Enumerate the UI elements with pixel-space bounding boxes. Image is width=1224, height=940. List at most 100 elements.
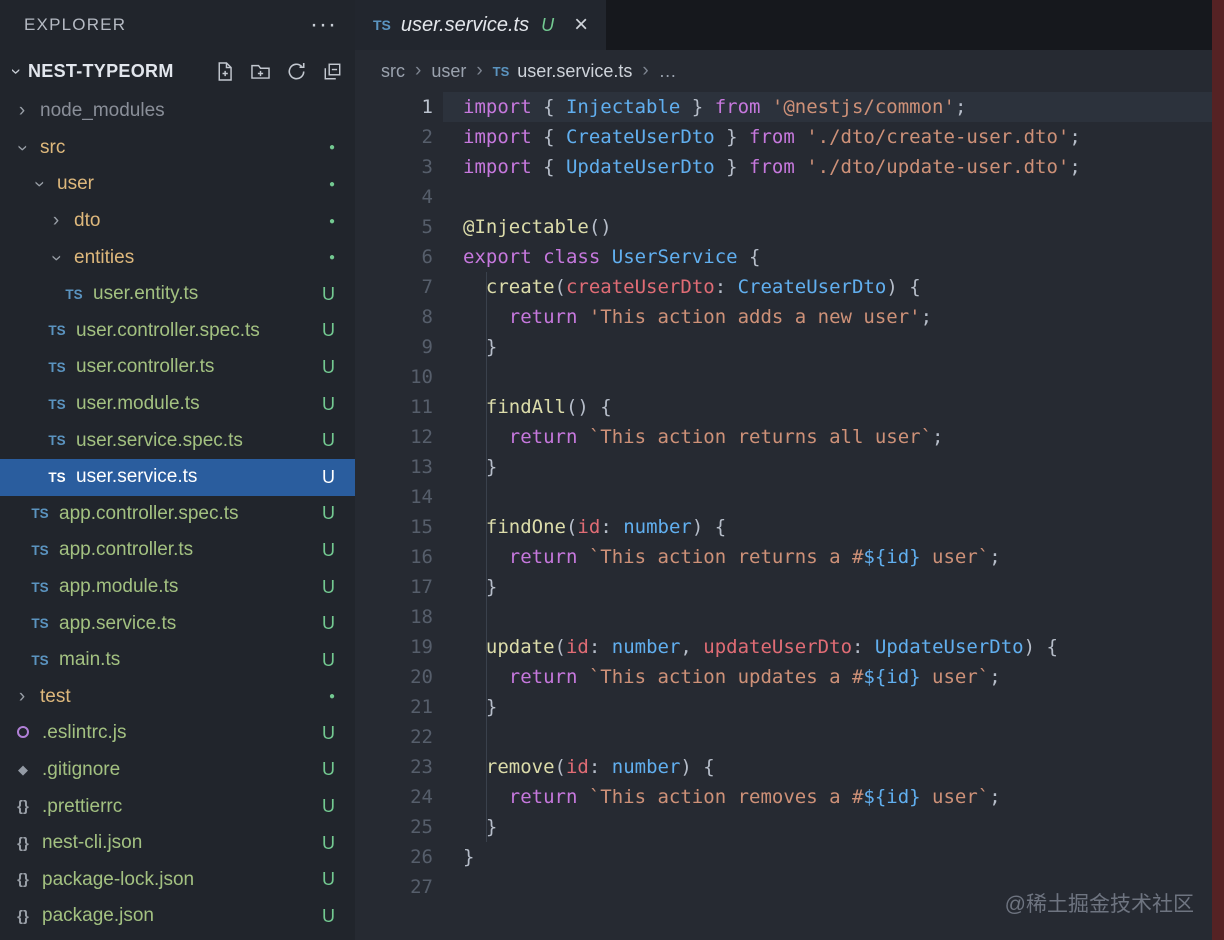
typescript-file-icon: TS	[27, 616, 53, 631]
tree-item-test[interactable]: ›test●	[0, 679, 355, 716]
more-actions-icon[interactable]: ···	[310, 20, 337, 30]
eslint-ring	[17, 726, 29, 738]
git-untracked-badge: U	[322, 467, 335, 488]
new-file-icon[interactable]	[214, 61, 235, 82]
tree-item-label: node_modules	[40, 100, 165, 122]
git-untracked-badge: U	[322, 394, 335, 415]
overview-ruler-scrollbar[interactable]	[1212, 0, 1224, 940]
typescript-file-icon: TS	[27, 653, 53, 668]
breadcrumb-separator: ›	[642, 60, 648, 82]
breadcrumb-item-src[interactable]: src	[381, 61, 405, 82]
line-number: 27	[355, 872, 433, 902]
tree-item-node_modules[interactable]: ›node_modules	[0, 93, 355, 130]
code-line-3[interactable]: 3import { UpdateUserDto } from './dto/up…	[355, 152, 1224, 182]
line-number: 16	[355, 542, 433, 572]
tree-item-user.service.ts[interactable]: TSuser.service.tsU	[0, 459, 355, 496]
typescript-file-icon: TS	[44, 397, 70, 412]
tree-item-user[interactable]: ›user●	[0, 166, 355, 203]
tree-item-main.ts[interactable]: TSmain.tsU	[0, 642, 355, 679]
tree-item-.gitignore[interactable]: ◆.gitignoreU	[0, 752, 355, 789]
chevron-down-icon: ›	[6, 61, 27, 81]
tree-item-label: user	[57, 173, 94, 195]
tree-item-user.entity.ts[interactable]: TSuser.entity.tsU	[0, 276, 355, 313]
code-line-6[interactable]: 6export class UserService {	[355, 242, 1224, 272]
tree-item-label: app.service.ts	[59, 613, 176, 635]
breadcrumb-item-user[interactable]: user	[431, 61, 466, 82]
tree-item-package.json[interactable]: {}package.jsonU	[0, 898, 355, 935]
workspace-section-header[interactable]: › NEST-TYPEORM	[0, 50, 355, 92]
tree-item-.eslintrc.js[interactable]: .eslintrc.jsU	[0, 715, 355, 752]
line-content: }	[433, 692, 497, 722]
typescript-file-icon: TS	[493, 64, 510, 79]
tab-title: user.service.ts	[401, 14, 529, 37]
tree-item-app.controller.spec.ts[interactable]: TSapp.controller.spec.tsU	[0, 496, 355, 533]
breadcrumb-item-…[interactable]: …	[659, 61, 677, 82]
line-content: }	[433, 842, 474, 872]
line-content: remove(id: number) {	[433, 752, 715, 782]
tab-user-service-ts[interactable]: TS user.service.ts U ×	[355, 0, 606, 50]
tree-item-app.service.ts[interactable]: TS app.service.ts U	[0, 605, 355, 642]
tree-item-label: user.entity.ts	[93, 283, 198, 305]
code-line-26[interactable]: 26}	[355, 842, 1224, 872]
line-number: 13	[355, 452, 433, 482]
tree-item-user.service.spec.ts[interactable]: TSuser.service.spec.tsU	[0, 422, 355, 459]
typescript-file-icon: TS	[44, 323, 70, 338]
git-untracked-badge: U	[322, 759, 335, 780]
git-untracked-badge: U	[322, 869, 335, 890]
line-content: findAll() {	[433, 392, 612, 422]
tree-item-label: package.json	[42, 905, 154, 927]
tree-item-package-lock.json[interactable]: {}package-lock.jsonU	[0, 861, 355, 898]
tree-item-nest-cli.json[interactable]: {}nest-cli.jsonU	[0, 825, 355, 862]
line-content: }	[433, 812, 497, 842]
typescript-file-icon: TS	[44, 360, 70, 375]
tree-item-label: user.controller.spec.ts	[76, 320, 260, 342]
line-content	[433, 872, 463, 902]
breadcrumb-item-user.service.ts[interactable]: user.service.ts	[517, 61, 632, 82]
line-number: 11	[355, 392, 433, 422]
line-content	[433, 722, 463, 752]
code-line-1[interactable]: 1import { Injectable } from '@nestjs/com…	[355, 92, 1224, 122]
code-line-5[interactable]: 5@Injectable()	[355, 212, 1224, 242]
git-untracked-badge: U	[322, 284, 335, 305]
tree-item-user.module.ts[interactable]: TSuser.module.tsU	[0, 386, 355, 423]
chevron-down-icon: ›	[28, 172, 50, 196]
tree-item-user.controller.spec.ts[interactable]: TSuser.controller.spec.tsU	[0, 313, 355, 350]
typescript-file-icon: TS	[27, 506, 53, 521]
tree-item-user.controller.ts[interactable]: TSuser.controller.tsU	[0, 349, 355, 386]
explorer-header: EXPLORER ···	[0, 0, 355, 50]
code-line-4[interactable]: 4	[355, 182, 1224, 212]
line-number: 8	[355, 302, 433, 332]
tree-item-app.controller.ts[interactable]: TSapp.controller.tsU	[0, 532, 355, 569]
tree-item-label: entities	[74, 247, 134, 269]
git-untracked-badge: U	[541, 15, 554, 36]
git-untracked-badge: U	[322, 577, 335, 598]
line-content: export class UserService {	[433, 242, 760, 272]
git-untracked-badge: U	[322, 613, 335, 634]
vscode-window: EXPLORER ··· › NEST-TYPEORM ›node	[0, 0, 1224, 940]
line-content: }	[433, 332, 497, 362]
collapse-all-icon[interactable]	[322, 61, 343, 82]
json-icon: {}	[10, 798, 36, 815]
breadcrumb-separator: ›	[415, 60, 421, 82]
refresh-icon[interactable]	[286, 61, 307, 82]
tree-item-entities[interactable]: ›entities●	[0, 239, 355, 276]
line-number: 9	[355, 332, 433, 362]
tree-item-src[interactable]: ›src●	[0, 130, 355, 167]
line-content: @Injectable()	[433, 212, 612, 242]
tree-item-dto[interactable]: ›dto●	[0, 203, 355, 240]
new-folder-icon[interactable]	[250, 61, 271, 82]
tree-item-app.module.ts[interactable]: TSapp.module.tsU	[0, 569, 355, 606]
tree-item-.prettierrc[interactable]: {}.prettierrcU	[0, 788, 355, 825]
code-line-2[interactable]: 2import { CreateUserDto } from './dto/cr…	[355, 122, 1224, 152]
explorer-actions	[214, 61, 343, 82]
line-number: 20	[355, 662, 433, 692]
code-area[interactable]: 1import { Injectable } from '@nestjs/com…	[355, 92, 1224, 940]
line-number: 24	[355, 782, 433, 812]
line-content: import { Injectable } from '@nestjs/comm…	[433, 92, 966, 122]
line-number: 5	[355, 212, 433, 242]
indent-guide	[486, 272, 487, 842]
explorer-title: EXPLORER	[24, 15, 126, 35]
tree-item-label: package-lock.json	[42, 869, 194, 891]
close-icon[interactable]: ×	[574, 15, 588, 35]
watermark-text: @稀土掘金技术社区	[1005, 888, 1194, 918]
